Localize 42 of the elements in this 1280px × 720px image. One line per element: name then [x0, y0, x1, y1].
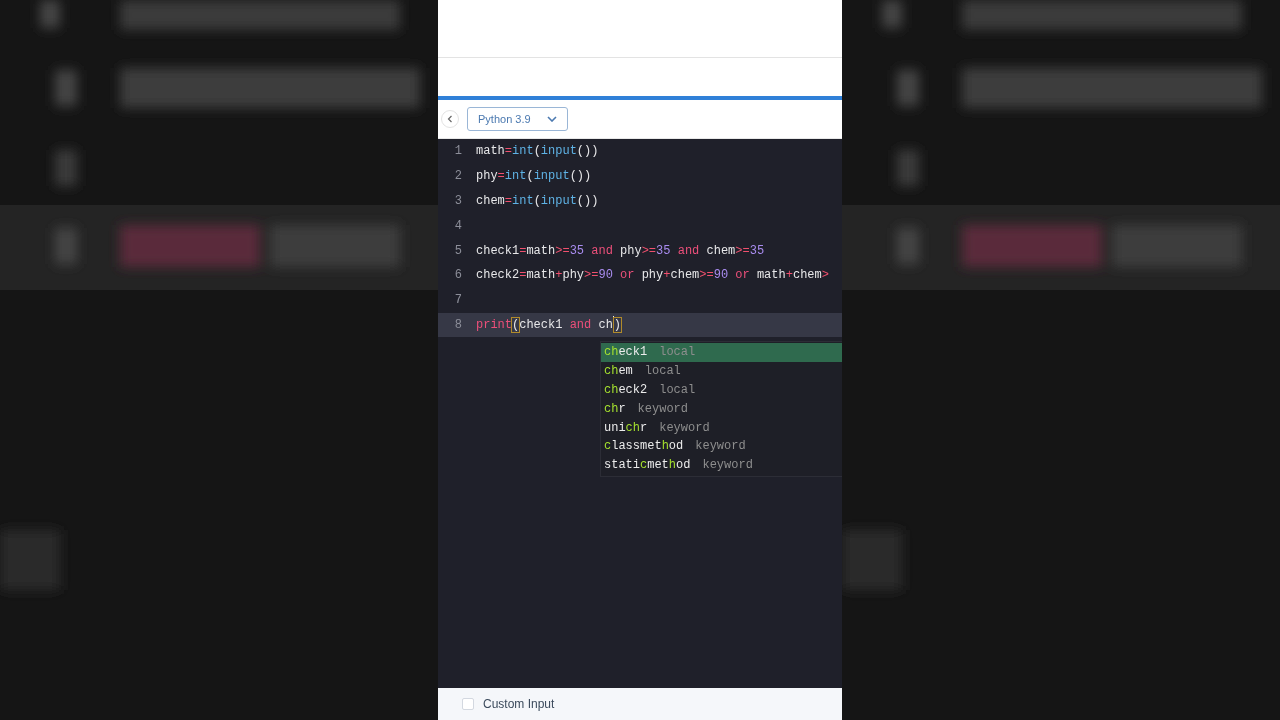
suggestion-type: local [659, 345, 696, 360]
code-line: check1=math>=35 and phy>=35 and chem>=35 [476, 243, 765, 258]
line-number: 1 [453, 144, 462, 159]
suggestion-item[interactable]: check1 local [601, 343, 842, 362]
suggestion-name: check2 [604, 383, 648, 397]
code-line: print(check1 and ch) [476, 316, 622, 334]
suggestion-item[interactable]: chem local [601, 361, 842, 381]
suggestion-type: keyword [659, 420, 710, 435]
line-number: 3 [453, 194, 462, 208]
suggestion-item[interactable]: chr keyword [601, 399, 842, 419]
suggestion-name: unichr [604, 420, 648, 435]
line-number: 2 [453, 169, 462, 184]
checkbox[interactable] [462, 698, 474, 710]
line-number: 5 [453, 243, 462, 258]
suggestion-item[interactable]: staticmethod keyword [601, 455, 842, 475]
code-line: math=int(input()) [476, 144, 599, 159]
code-line: check2=math+phy>=90 or phy+chem>=90 or math+chem> [476, 268, 829, 283]
suggestion-item[interactable]: classmethod keyword [601, 437, 842, 456]
suggestion-name: check1 [604, 345, 648, 360]
suggestion-type: keyword [695, 439, 746, 454]
code-editor[interactable] [438, 139, 842, 688]
suggestion-name: classmethod [604, 439, 684, 454]
suggestion-name: staticmethod [604, 458, 691, 473]
suggestion-type: local [659, 383, 696, 397]
code-line: chem=int(input()) [476, 194, 599, 208]
code-line: phy=int(input()) [476, 169, 592, 184]
line-number: 8 [453, 317, 462, 332]
language-dropdown[interactable]: Python 3.9 [467, 107, 568, 131]
suggestion-name: chem [604, 364, 633, 379]
chevron-down-icon [546, 116, 557, 122]
suggestion-item[interactable]: unichr keyword [601, 418, 842, 437]
line-number: 7 [453, 293, 462, 308]
suggestion-type: keyword [702, 458, 753, 473]
line-number: 4 [453, 218, 462, 233]
chevron-left-icon [447, 115, 453, 123]
suggestion-name: chr [604, 401, 626, 416]
suggestion-item[interactable]: check2 local [601, 380, 842, 400]
line-number: 6 [453, 268, 462, 283]
suggestion-type: local [644, 364, 681, 379]
suggestion-type: keyword [637, 401, 689, 416]
back-button[interactable] [441, 110, 459, 128]
checkbox-label: Custom Input [483, 697, 555, 711]
